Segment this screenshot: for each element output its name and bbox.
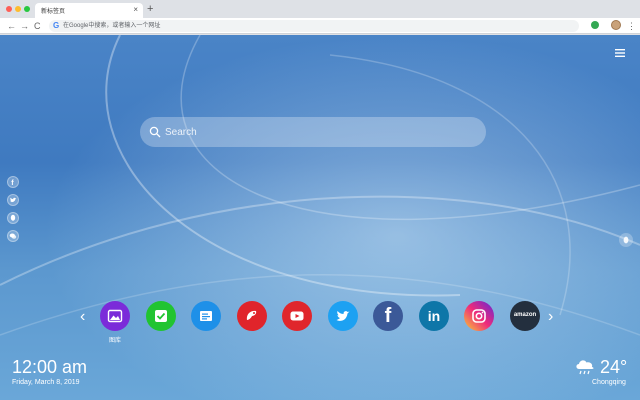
back-button[interactable]: ← bbox=[7, 19, 16, 33]
address-bar-placeholder[interactable]: 在Google中搜索，或者输入一个网址 bbox=[63, 22, 160, 30]
close-window-button[interactable] bbox=[6, 6, 12, 12]
tab-close-icon[interactable]: × bbox=[133, 5, 138, 15]
background-wallpaper bbox=[0, 35, 640, 400]
facebook-icon: f bbox=[11, 180, 14, 186]
linkedin-icon: in bbox=[427, 308, 441, 324]
google-icon: G bbox=[53, 21, 60, 30]
clock-time: 12:00 am bbox=[12, 357, 88, 377]
tab-new-tab[interactable]: 新标签页 × bbox=[35, 3, 143, 18]
cloud-rain-icon bbox=[576, 360, 594, 375]
svg-text:f: f bbox=[11, 180, 14, 186]
tab-title: 新标签页 bbox=[41, 9, 66, 15]
game-icon bbox=[246, 310, 257, 320]
prev-apps-arrow[interactable]: ‹ bbox=[80, 309, 85, 325]
extension-icon[interactable] bbox=[591, 21, 599, 29]
app-games[interactable] bbox=[237, 301, 267, 331]
app-gallery[interactable] bbox=[100, 301, 130, 331]
qq-icon bbox=[10, 214, 16, 221]
browser-toolbar: ← → C G 在Google中搜索，或者输入一个网址 bbox=[0, 18, 640, 34]
minimize-window-button[interactable] bbox=[15, 6, 21, 12]
wechat-link[interactable] bbox=[7, 230, 19, 242]
twitter-icon bbox=[10, 197, 17, 203]
new-tab-page: f ‹ 图库 bbox=[0, 35, 640, 400]
clock-date: Friday, March 8, 2019 bbox=[12, 379, 80, 386]
search-icon bbox=[149, 126, 161, 138]
reload-button[interactable]: C bbox=[34, 19, 41, 33]
address-bar[interactable]: G 在Google中搜索，或者输入一个网址 bbox=[49, 20, 579, 32]
facebook-link[interactable]: f bbox=[7, 176, 19, 188]
new-tab-button[interactable]: + bbox=[147, 3, 153, 15]
instagram-icon bbox=[472, 309, 486, 323]
amazon-icon: amazon bbox=[513, 312, 537, 318]
app-gallery-label: 图库 bbox=[108, 338, 121, 344]
weather-city: Chongqing bbox=[592, 379, 626, 386]
app-notes[interactable] bbox=[191, 301, 221, 331]
search-box[interactable] bbox=[140, 117, 486, 147]
profile-avatar[interactable] bbox=[611, 20, 621, 30]
qq-icon bbox=[623, 236, 629, 244]
image-icon bbox=[107, 309, 123, 323]
twitter-link[interactable] bbox=[7, 194, 19, 206]
notes-icon bbox=[200, 311, 212, 321]
twitter-icon bbox=[336, 311, 350, 321]
weather-temperature: 24° bbox=[600, 357, 628, 377]
app-facebook[interactable]: f bbox=[373, 301, 403, 331]
app-instagram[interactable] bbox=[464, 301, 494, 331]
app-tasks[interactable] bbox=[146, 301, 176, 331]
app-amazon[interactable]: amazon bbox=[510, 301, 540, 331]
app-twitter[interactable] bbox=[328, 301, 358, 331]
next-apps-arrow[interactable]: › bbox=[548, 309, 553, 325]
menu-icon[interactable] bbox=[614, 47, 626, 59]
browser-titlebar: 新标签页 × + bbox=[0, 0, 640, 18]
checkbox-icon bbox=[155, 310, 167, 322]
facebook-icon: f bbox=[384, 305, 392, 327]
qq-side-button[interactable] bbox=[619, 233, 633, 247]
youtube-icon bbox=[290, 311, 304, 321]
app-linkedin[interactable]: in bbox=[419, 301, 449, 331]
maximize-window-button[interactable] bbox=[24, 6, 30, 12]
browser-menu-icon[interactable]: ⋮ bbox=[627, 18, 636, 34]
search-input[interactable] bbox=[165, 123, 465, 141]
app-youtube[interactable] bbox=[282, 301, 312, 331]
forward-button[interactable]: → bbox=[20, 19, 29, 33]
qq-link[interactable] bbox=[7, 212, 19, 224]
wechat-icon bbox=[9, 233, 17, 239]
